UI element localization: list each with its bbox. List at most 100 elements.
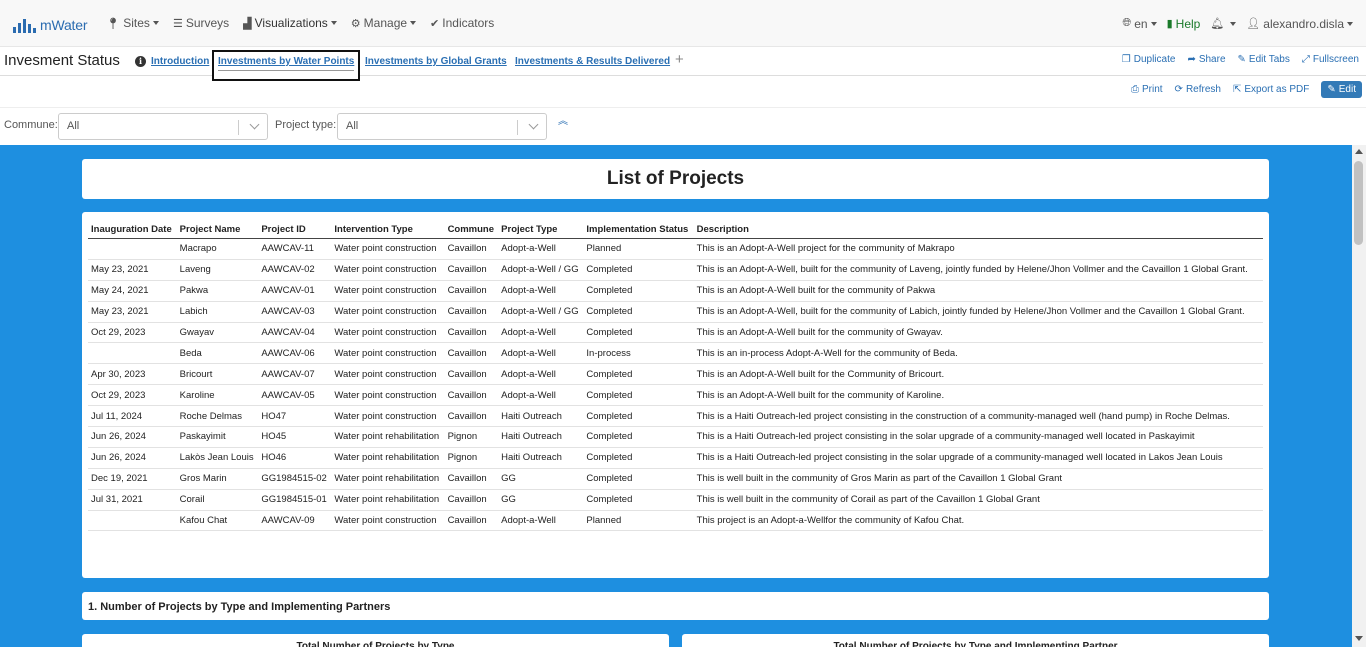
table-row: Oct 29, 2023 Gwayav AAWCAV-04 Water point c… <box>88 322 1263 344</box>
table-cell: This is an Adopt-A-Well project for the … <box>693 238 1263 260</box>
book-icon: ▮ <box>1166 18 1173 30</box>
table-cell: Cavaillon <box>444 301 499 323</box>
pencil-icon: ✎ <box>1237 54 1246 65</box>
tab-investments-by-water-points[interactable]: Investments by Water Points <box>212 50 361 81</box>
select-separator <box>517 120 518 135</box>
chevron-down-icon <box>528 119 539 130</box>
notifications-menu[interactable]: 🔔︎ <box>1205 0 1241 47</box>
duplicate-label: Duplicate <box>1133 54 1176 65</box>
refresh-button[interactable]: ⟳ Refresh <box>1175 84 1221 95</box>
table-cell: GG <box>498 489 584 511</box>
table-cell: Completed <box>583 301 694 323</box>
refresh-label: Refresh <box>1185 84 1221 95</box>
column-header: Implementation Status <box>583 220 694 239</box>
commune-select[interactable]: All <box>58 113 268 140</box>
fullscreen-button[interactable]: ⤢ Fullscreen <box>1302 54 1359 65</box>
table-row: Dec 19, 2021 Gros Marin GG1984515-02 Water … <box>88 468 1263 490</box>
table-cell: Jun 26, 2024 <box>88 426 177 448</box>
share-button[interactable]: ➦ Share <box>1187 54 1225 65</box>
nav-surveys-label: Surveys <box>185 16 230 30</box>
table-cell: Completed <box>583 259 694 281</box>
project-type-select-value: All <box>346 120 359 132</box>
table-row: Jun 26, 2024 Paskayimit HO45 Water point re… <box>88 426 1263 448</box>
scrollbar-thumb[interactable] <box>1354 161 1363 245</box>
caret-down-icon <box>152 21 159 25</box>
table-cell: Water point construction <box>331 322 445 344</box>
table-cell: AAWCAV-02 <box>258 259 332 281</box>
table-cell: Jun 26, 2024 <box>88 447 177 469</box>
caret-down-icon <box>1230 21 1237 26</box>
table-cell: This is a Haiti Outreach-led project con… <box>693 447 1263 469</box>
table-row: Jul 11, 2024 Roche Delmas HO47 Water point … <box>88 405 1263 428</box>
nav-visualizations[interactable]: ▟ Visualizations <box>236 0 344 47</box>
list-title-card: List of Projects <box>82 159 1269 199</box>
table-cell <box>88 342 177 365</box>
language-selector[interactable]: 🌐︎ en <box>1117 0 1161 47</box>
mwater-logo[interactable]: mWater <box>13 13 87 33</box>
table-cell: Gros Marin <box>176 468 259 490</box>
tab-investments-by-global-grants[interactable]: Investments by Global Grants <box>365 56 507 67</box>
table-cell: This is an Adopt-A-Well built for the co… <box>693 322 1263 344</box>
table-cell: Planned <box>583 238 694 260</box>
commune-filter-label: Commune: <box>4 119 58 131</box>
gear-icon: ⚙ <box>350 17 361 30</box>
nav-sites[interactable]: 📍︎ Sites <box>99 0 166 47</box>
info-icon[interactable]: i <box>135 56 146 67</box>
caret-down-icon <box>1347 21 1353 26</box>
duplicate-button[interactable]: ❐ Duplicate <box>1122 54 1176 65</box>
vertical-scrollbar[interactable] <box>1352 145 1366 647</box>
help-label: Help <box>1175 16 1201 31</box>
collapse-filters-icon[interactable]: ︽ <box>558 117 568 127</box>
column-header: Commune <box>444 220 499 239</box>
dashboard-canvas: List of Projects Inauguration Date Projec… <box>0 145 1352 647</box>
chevron-down-icon <box>249 119 260 130</box>
add-tab-icon[interactable]: + <box>675 51 684 68</box>
nav-indicators[interactable]: ✔ Indicators <box>423 0 501 47</box>
export-pdf-button[interactable]: ⇱ Export as PDF <box>1233 84 1309 95</box>
user-name: alexandro.disla <box>1263 16 1344 31</box>
nav-manage[interactable]: ⚙ Manage <box>344 0 423 47</box>
project-type-filter-label: Project type: <box>275 119 337 131</box>
filter-bar: Commune: All Project type: All ︽ <box>0 107 1366 145</box>
nav-visualizations-label: Visualizations <box>254 16 328 30</box>
table-row: Apr 30, 2023 Bricourt AAWCAV-07 Water point… <box>88 363 1263 386</box>
print-button[interactable]: ⎙ Print <box>1131 84 1163 95</box>
edit-tabs-button[interactable]: ✎ Edit Tabs <box>1238 54 1290 65</box>
edit-button[interactable]: ✎ Edit <box>1321 81 1362 98</box>
table-cell: Cavaillon <box>444 510 499 532</box>
table-cell: AAWCAV-06 <box>258 342 332 365</box>
table-row: Jul 31, 2021 Corail GG1984515-01 Water poin… <box>88 489 1263 511</box>
table-cell: Adopt-a-Well <box>498 322 584 344</box>
table-cell: GG1984515-02 <box>258 468 332 490</box>
caret-down-icon <box>330 21 337 25</box>
user-menu[interactable]: 👤︎ alexandro.disla <box>1241 0 1358 47</box>
table-cell: Jul 11, 2024 <box>88 405 177 428</box>
table-cell: GG1984515-01 <box>258 489 332 511</box>
commune-select-value: All <box>67 120 80 132</box>
table-cell: Haiti Outreach <box>498 405 584 428</box>
scroll-down-arrow-icon[interactable] <box>1355 636 1363 641</box>
table-row: Macrapo AAWCAV-11 Water point construction… <box>88 238 1263 260</box>
table-cell: Lakòs Jean Louis <box>176 447 259 469</box>
help-link[interactable]: ▮ Help <box>1162 0 1206 47</box>
scroll-up-arrow-icon[interactable] <box>1355 149 1363 154</box>
table-cell: Pignon <box>444 426 499 448</box>
bar-chart-icon: ▟ <box>243 17 252 30</box>
table-cell: Adopt-a-Well <box>498 280 584 302</box>
refresh-icon: ⟳ <box>1174 84 1183 95</box>
nav-surveys[interactable]: ☰ Surveys <box>166 0 236 47</box>
select-separator <box>238 120 239 135</box>
tab-introduction[interactable]: Introduction <box>151 56 209 67</box>
table-cell: Cavaillon <box>444 363 499 386</box>
tab-investments-results-delivered[interactable]: Investments & Results Delivered <box>515 56 670 67</box>
project-type-select[interactable]: All <box>337 113 547 140</box>
share-label: Share <box>1198 54 1226 65</box>
table-cell: This is well built in the community of G… <box>693 468 1263 490</box>
table-cell: Adopt-a-Well <box>498 510 584 532</box>
table-cell: AAWCAV-09 <box>258 510 332 532</box>
table-cell: Water point construction <box>331 342 445 365</box>
column-header: Project Type <box>498 220 584 239</box>
table-cell: Oct 29, 2023 <box>88 322 177 344</box>
dashboard-title: Invesment Status <box>4 52 120 69</box>
print-icon: ⎙ <box>1130 84 1139 95</box>
